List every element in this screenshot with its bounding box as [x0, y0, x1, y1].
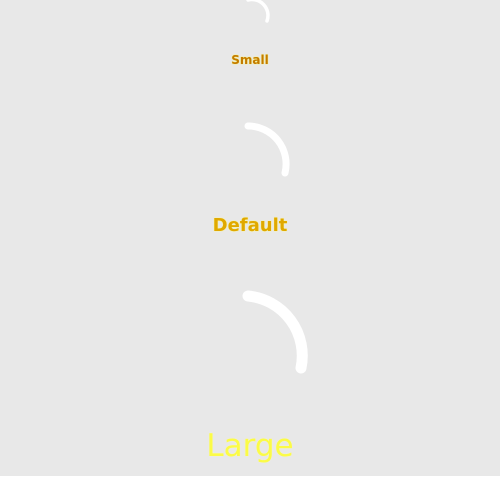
large-spinner-label: Large — [206, 428, 294, 464]
small-spinner-icon — [231, 0, 271, 29]
default-spinner-label: Default — [212, 215, 288, 236]
small-spinner-label: Small — [231, 53, 269, 67]
default-spinner-icon — [230, 120, 294, 180]
spinner-panel: Small Default Large — [0, 0, 500, 476]
large-spinner-icon — [230, 288, 316, 378]
